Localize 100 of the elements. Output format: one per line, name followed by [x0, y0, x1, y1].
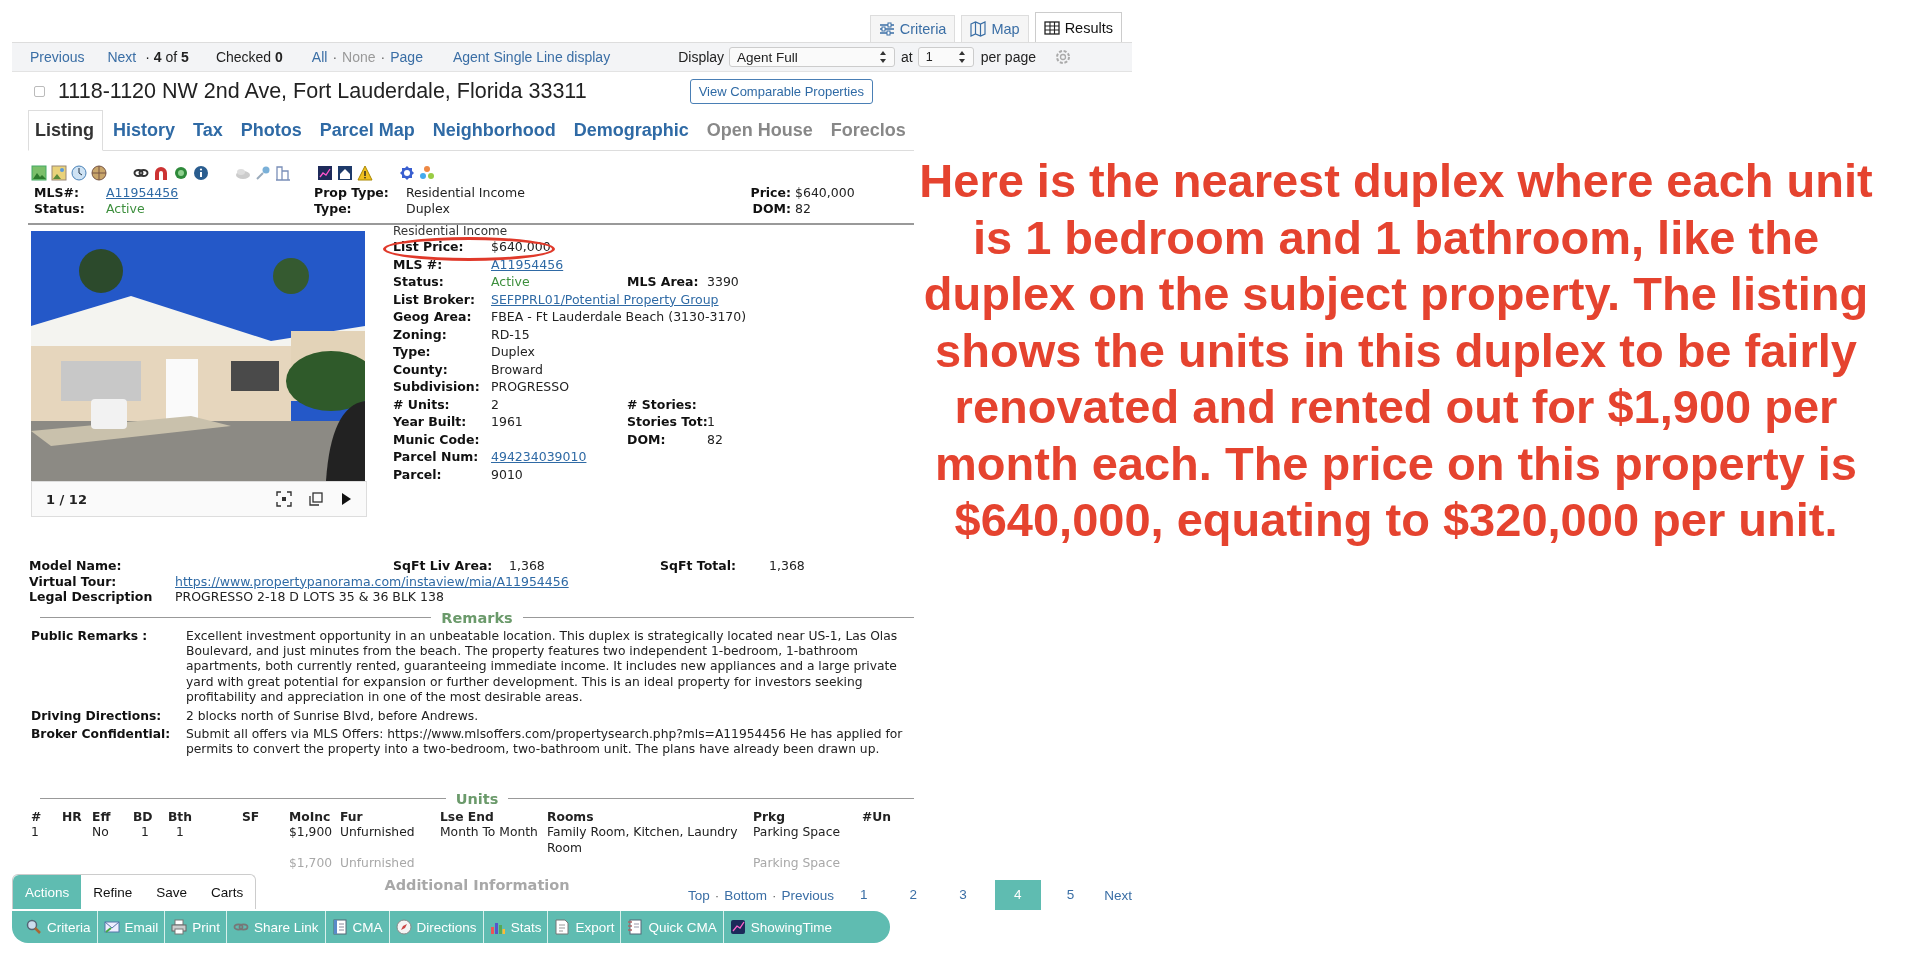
select-checkbox[interactable]	[34, 85, 45, 97]
action-tab[interactable]: Save	[144, 875, 200, 909]
select-link[interactable]: All	[311, 49, 328, 65]
remark-text: Excellent investment opportunity in an unbeatable location. This duplex is strategically located near US-1, Las Olas Boulevard, and just minutes from the beach. The property features two independent 1-bedroom, 1-bathroom apartments, both currently rented, guaranteeing immediate income. It includes new appliances and a large private yard with great potential for expansion or further development. This is an ideal property for investors seeking profitability and appreciation in one of the most desirable areas.	[186, 628, 899, 706]
field-value: 1	[707, 413, 716, 431]
field-value: 1,368	[509, 558, 546, 574]
listing-tab[interactable]: History	[103, 111, 183, 150]
caret-icon	[957, 50, 966, 64]
page-number[interactable]: 3	[959, 880, 967, 910]
field-value: 82	[707, 430, 724, 448]
top-link[interactable]: Top	[688, 887, 710, 903]
sliders-icon	[878, 21, 895, 37]
table-cell-text: Unfurnished	[340, 856, 416, 872]
coin-icon[interactable]	[173, 165, 189, 181]
chart-icon	[729, 919, 746, 935]
previous-link[interactable]: Previous	[30, 49, 85, 65]
email-icon	[103, 919, 120, 935]
image-icon[interactable]	[31, 165, 47, 181]
comparable-button[interactable]: View Comparable Properties	[689, 78, 873, 104]
at-label: at	[901, 49, 913, 65]
listing-tab[interactable]: Listing	[28, 110, 103, 151]
column-header: Fur	[340, 809, 364, 826]
field-value: Residential Income	[406, 185, 526, 201]
separator-dot: ·	[714, 887, 720, 903]
single-line-link[interactable]: Agent Single Line display	[452, 49, 611, 65]
field-label: Year Built:	[393, 413, 468, 431]
view-tab[interactable]: Criteria	[869, 15, 956, 42]
page-number[interactable]: 5	[1066, 880, 1075, 910]
image-icon[interactable]	[51, 165, 67, 181]
action-tab[interactable]: Carts	[199, 875, 256, 909]
value-link[interactable]: A11954456	[491, 255, 893, 273]
listing-tab[interactable]: Parcel Map	[309, 111, 423, 150]
field-value: 82	[795, 201, 812, 217]
separator-dot: ·	[380, 49, 386, 65]
field-label: MLS Area:	[627, 273, 700, 291]
field-label: Geog Area:	[393, 308, 473, 326]
position-text: · 4 of 5	[145, 49, 189, 65]
select-link[interactable]: Page	[390, 49, 423, 65]
view-tab[interactable]: Map	[961, 15, 1029, 42]
column-header: MoInc	[289, 809, 332, 826]
chart-icon[interactable]	[317, 165, 333, 181]
page-number[interactable]: 2	[909, 880, 918, 910]
listing-tab[interactable]: Demographic	[563, 111, 697, 150]
field-value: $640,000	[491, 238, 552, 256]
page-number[interactable]: 1	[860, 880, 868, 910]
field-label: Stories Tot:	[627, 413, 707, 431]
table-cell-text: No	[92, 825, 110, 842]
value-link[interactable]: 494234039010	[491, 448, 893, 466]
category-text: Residential Income	[393, 225, 509, 238]
play-icon[interactable]	[340, 492, 352, 506]
copy-icon[interactable]	[309, 492, 323, 506]
magnet-icon[interactable]	[153, 165, 169, 181]
photo-counter: 1 / 12	[46, 491, 88, 507]
field-label: Status:	[393, 273, 445, 291]
badge-icon[interactable]	[399, 165, 415, 181]
table-cell-text: $1,900	[289, 825, 334, 842]
value-link[interactable]: SEFPPRL01/Potential Property Group	[491, 290, 893, 308]
listing-tab[interactable]: Photos	[230, 111, 310, 150]
notebook-icon	[627, 919, 644, 935]
field-label: Subdivision:	[393, 378, 481, 396]
field-value: Active	[106, 201, 146, 217]
field-label: Parcel Num:	[393, 448, 480, 466]
clock-icon[interactable]	[71, 165, 87, 181]
previous-link[interactable]: Previous	[781, 887, 835, 903]
annotation-text: Here is the nearest duplex where each unit is 1 bedroom and 1 bathroom, like the duplex on the subject property. The listing shows the units in this duplex to be fairly renovated and rented out for $1,900 per month each. The price on this property is $640,000, equating to $320,000 per unit.	[918, 153, 1874, 548]
warning-icon[interactable]	[357, 165, 373, 181]
next-link[interactable]: Next	[1104, 887, 1132, 903]
bottom-link[interactable]: Bottom	[724, 887, 768, 903]
column-header: HR	[62, 809, 83, 826]
field-value: Duplex	[491, 343, 536, 361]
action-tab[interactable]: Refine	[81, 875, 145, 909]
value-link[interactable]: https://www.propertypanorama.com/instaview/mia/A11954456	[175, 573, 914, 589]
search-icon	[26, 919, 42, 935]
globe-icon[interactable]	[91, 165, 107, 181]
document-icon	[331, 919, 348, 935]
field-value: PROGRESSO	[491, 378, 571, 396]
fullscreen-icon[interactable]	[276, 491, 292, 507]
remark-text: 2 blocks north of Sunrise Blvd, before Andrews.	[186, 708, 480, 724]
house-icon[interactable]	[337, 165, 353, 181]
field-label: Munic Code:	[393, 430, 481, 448]
listing-address: 1118-1120 NW 2nd Ave, Fort Lauderdale, Florida 33311	[58, 78, 587, 104]
view-tab[interactable]: Results	[1034, 12, 1122, 42]
per-page-select[interactable]: 1	[917, 47, 974, 67]
field-value: RD-15	[491, 325, 531, 343]
field-value: 1961	[491, 413, 524, 431]
section-title: Units	[455, 790, 499, 807]
dots-icon[interactable]	[419, 165, 435, 181]
listing-tab[interactable]: Tax	[183, 111, 231, 150]
per-page-label: per page	[980, 49, 1037, 65]
field-label: Type:	[393, 343, 432, 361]
column-header: #	[31, 809, 43, 826]
building-icon[interactable]	[275, 165, 291, 181]
table-cell-text: Parking Space	[753, 856, 841, 872]
separator-dot: ·	[772, 887, 777, 903]
listing-tab[interactable]: Neighborhood	[422, 111, 564, 150]
next-link[interactable]: Next	[107, 49, 137, 65]
info-icon[interactable]	[193, 165, 209, 181]
value-link[interactable]: A11954456	[106, 185, 314, 201]
display-select[interactable]: Agent Full	[729, 47, 896, 67]
field-label: Virtual Tour:	[29, 573, 118, 589]
